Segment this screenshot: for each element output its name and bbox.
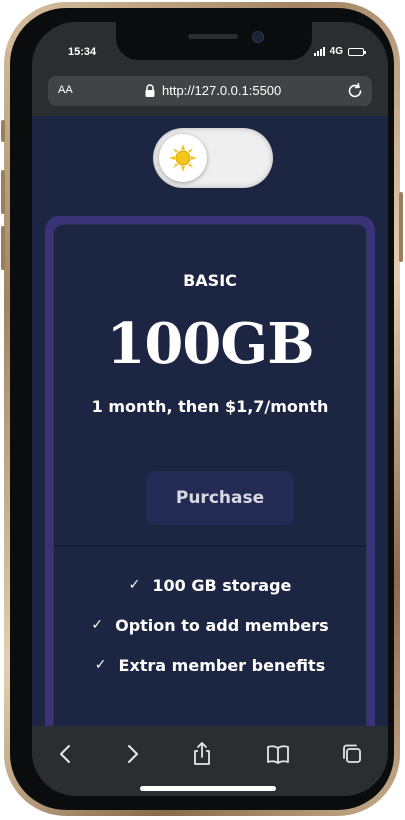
- browser-address-area: AA http://127.0.0.1:5500: [32, 70, 388, 116]
- feature-list: ✓ 100 GB storage ✓ Option to add members…: [54, 565, 366, 685]
- speaker-grille: [188, 34, 238, 39]
- feature-label: Extra member benefits: [118, 655, 326, 675]
- pricing-card-body: BASIC 100GB 1 month, then $1,7/month Pur…: [53, 224, 367, 756]
- sun-icon: [169, 144, 197, 172]
- feature-item: ✓ Option to add members: [54, 605, 366, 645]
- front-camera: [252, 31, 264, 43]
- power-button: [399, 192, 403, 262]
- plan-price: 1 month, then $1,7/month: [91, 397, 329, 416]
- purchase-button[interactable]: Purchase: [146, 471, 294, 525]
- card-divider: [54, 545, 366, 547]
- battery-icon: [348, 47, 366, 56]
- status-time: 15:34: [68, 46, 97, 58]
- check-icon: ✓: [94, 657, 107, 673]
- status-indicators: 4G: [313, 46, 366, 57]
- feature-label: 100 GB storage: [152, 575, 292, 595]
- text-size-button[interactable]: AA: [58, 84, 73, 96]
- network-type: 4G: [329, 46, 343, 57]
- pricing-card: BASIC 100GB 1 month, then $1,7/month Pur…: [45, 216, 375, 756]
- phone-screen: 15:34 4G AA http://127.0.0.1:5500 BASIC …: [32, 22, 388, 796]
- forward-icon[interactable]: [118, 740, 146, 768]
- bookmarks-icon[interactable]: [264, 740, 292, 768]
- lock-icon: [145, 84, 155, 97]
- check-icon: ✓: [128, 577, 141, 593]
- feature-item: ✓ 100 GB storage: [54, 565, 366, 605]
- toggle-knob[interactable]: [159, 134, 207, 182]
- share-icon[interactable]: [188, 740, 216, 768]
- side-button: [1, 120, 5, 142]
- plan-storage-size: 100GB: [106, 311, 314, 377]
- volume-up-button: [1, 170, 5, 214]
- web-page: BASIC 100GB 1 month, then $1,7/month Pur…: [32, 116, 388, 756]
- signal-icon: [313, 47, 325, 56]
- phone-frame: 15:34 4G AA http://127.0.0.1:5500 BASIC …: [1, 2, 403, 816]
- notch: [116, 22, 312, 60]
- plan-name: BASIC: [183, 271, 237, 290]
- volume-down-button: [1, 226, 5, 270]
- check-icon: ✓: [91, 617, 104, 633]
- feature-item: ✓ Extra member benefits: [54, 645, 366, 685]
- reload-icon[interactable]: [346, 82, 364, 100]
- browser-toolbar: [32, 726, 388, 796]
- theme-toggle[interactable]: [153, 128, 273, 188]
- tabs-icon[interactable]: [338, 740, 366, 768]
- feature-label: Option to add members: [115, 615, 329, 635]
- phone-bezel: 15:34 4G AA http://127.0.0.1:5500 BASIC …: [10, 8, 394, 810]
- address-bar[interactable]: AA http://127.0.0.1:5500: [48, 76, 372, 106]
- home-indicator[interactable]: [140, 786, 276, 791]
- url-text: http://127.0.0.1:5500: [162, 83, 282, 98]
- back-icon[interactable]: [52, 740, 80, 768]
